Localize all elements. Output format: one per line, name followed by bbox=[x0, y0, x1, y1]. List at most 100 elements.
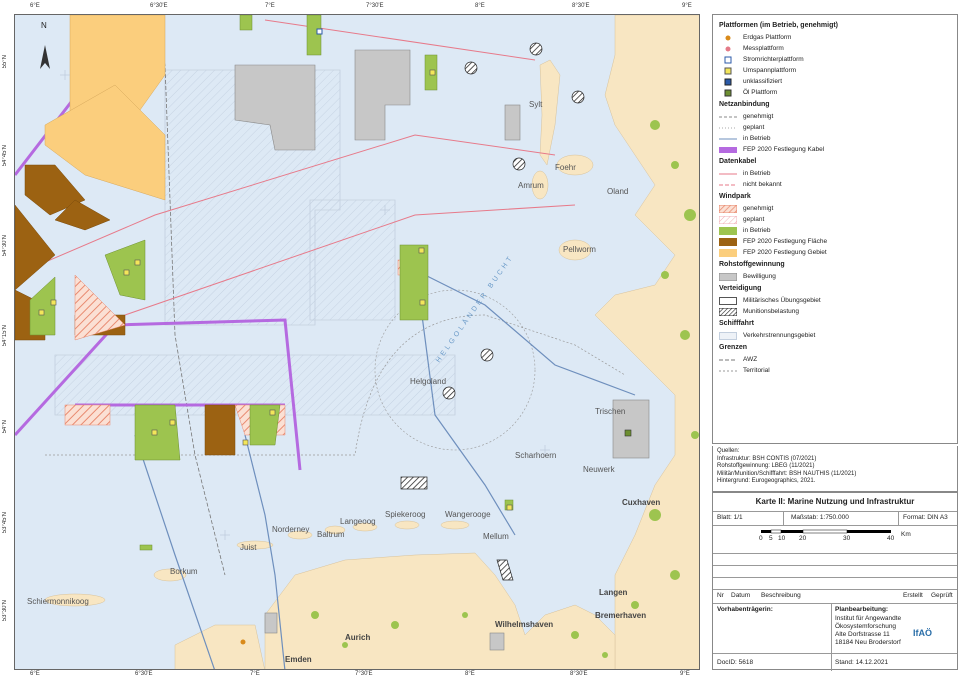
legend-def-title: Verteidigung bbox=[719, 285, 762, 292]
source-line: Rohstoffgewinnung: LBEG (11/2021) bbox=[717, 463, 815, 469]
traffic-separation-icon bbox=[719, 331, 737, 340]
coord-bottom-3: 7°30'E bbox=[355, 671, 373, 677]
coord-top-3: 7°30'E bbox=[366, 3, 384, 9]
legend-item: unklassifiziert bbox=[719, 76, 951, 87]
meta-row: Blatt: 1/1 Maßstab: 1:750.000 Format: DI… bbox=[713, 511, 957, 525]
legend: Plattformen (im Betrieb, genehmigt) Erdg… bbox=[712, 14, 958, 444]
coord-bottom-6: 9°E bbox=[680, 671, 690, 677]
sources-title: Quellen: bbox=[717, 448, 740, 454]
source-line: Hintergrund: Eurogeographics, 2021. bbox=[717, 478, 816, 484]
gas-platform bbox=[240, 639, 246, 645]
legend-data-title: Datenkabel bbox=[719, 158, 757, 165]
territorial-line-icon bbox=[719, 367, 737, 375]
coord-top-4: 8°E bbox=[475, 3, 485, 9]
oil-platform-icon bbox=[719, 89, 737, 97]
military-area-icon bbox=[719, 296, 737, 305]
line-approved-icon bbox=[719, 113, 737, 121]
legend-grid-title: Netzanbindung bbox=[719, 101, 770, 108]
label-sylt: Sylt bbox=[529, 100, 543, 109]
coord-left-1: 54°45'N bbox=[2, 145, 8, 167]
processing-label: Planbearbeitung: bbox=[835, 606, 889, 613]
coord-top-0: 6°E bbox=[30, 3, 40, 9]
client-label: Vorhabenträgerin: bbox=[717, 606, 773, 613]
label-scharhoern: Scharhoern bbox=[515, 451, 557, 460]
north-label: N bbox=[41, 21, 47, 30]
extraction-permit-icon bbox=[718, 272, 738, 281]
measuring-platform-icon bbox=[719, 45, 737, 53]
coord-left-4: 54°N bbox=[2, 420, 8, 434]
coord-left-6: 53°30'N bbox=[2, 600, 8, 622]
legend-item: Territorial bbox=[719, 365, 951, 376]
label-aurich: Aurich bbox=[345, 633, 371, 642]
substation-platform-icon bbox=[719, 67, 737, 75]
legend-item: Bewilligung bbox=[718, 271, 951, 282]
rev-created: Erstellt bbox=[903, 592, 923, 599]
rev-desc: Beschreibung bbox=[761, 592, 801, 599]
label-schiermonnikoog: Schiermonnikoog bbox=[27, 597, 89, 606]
source-line: Infrastruktur: BSH CONTIS (07/2021) bbox=[717, 455, 817, 462]
legend-item: Stromrichterplattform bbox=[719, 54, 951, 65]
legend-wind-title: Windpark bbox=[719, 193, 751, 200]
rev-date: Datum bbox=[731, 592, 751, 599]
legend-platforms-title: Plattformen (im Betrieb, genehmigt) bbox=[719, 22, 839, 29]
coord-bottom-5: 8°30'E bbox=[570, 671, 588, 677]
label-amrum: Amrum bbox=[518, 181, 544, 190]
label-spiekeroog: Spiekeroog bbox=[385, 510, 426, 519]
coord-top-6: 9°E bbox=[682, 3, 692, 9]
line-planned-icon bbox=[719, 124, 737, 132]
revision-row bbox=[713, 553, 957, 565]
scale-tick: 40 bbox=[887, 535, 895, 542]
legend-item: geplant bbox=[719, 122, 951, 133]
coord-left-0: 55°N bbox=[2, 55, 8, 69]
footer-row: DocID: 5618 Stand: 14.12.2021 bbox=[713, 653, 957, 671]
legend-item: genehmigt bbox=[719, 111, 951, 122]
label-borkum: Borkum bbox=[170, 567, 198, 576]
rev-checked: Geprüft bbox=[931, 592, 953, 599]
processing-line: 18184 Neu Broderstorf bbox=[835, 639, 901, 646]
legend-item: FEP 2020 Festlegung Fläche bbox=[719, 236, 951, 247]
scale-label: Maßstab: 1:750.000 bbox=[791, 514, 849, 521]
scale-bar bbox=[761, 529, 891, 534]
doc-id: DocID: 5618 bbox=[717, 659, 754, 666]
coord-bottom-2: 7°E bbox=[250, 671, 260, 677]
scale-tick: 0 bbox=[759, 535, 763, 542]
processing-line: Institut für Angewandte bbox=[835, 615, 902, 622]
legend-item: in Betrieb bbox=[719, 168, 951, 179]
fep-zone-icon bbox=[719, 248, 737, 257]
map-area[interactable]: Sylt Foehr Amrum Oland Pellworm Helgolan… bbox=[14, 14, 700, 670]
doc-date: Stand: 14.12.2021 bbox=[835, 659, 889, 666]
rev-nr: Nr bbox=[717, 592, 724, 599]
legend-item: FEP 2020 Festlegung Kabel bbox=[719, 144, 951, 155]
coord-top-5: 8°30'E bbox=[572, 3, 590, 9]
map-sheet: Sylt Foehr Amrum Oland Pellworm Helgolan… bbox=[0, 0, 960, 683]
label-trischen: Trischen bbox=[595, 407, 626, 416]
scale-tick: 5 bbox=[769, 535, 773, 542]
scale-tick: 20 bbox=[799, 535, 807, 542]
ifaoe-logo: IfAÖ bbox=[913, 628, 932, 638]
cable-corridor-icon bbox=[719, 146, 737, 154]
source-line: Militär/Munition/Schifffahrt: BSH NAUTHI… bbox=[717, 470, 857, 477]
label-emden: Emden bbox=[285, 655, 312, 664]
legend-raw-title: Rohstoffgewinnung bbox=[719, 261, 785, 268]
legend-item: Erdgas Plattform bbox=[719, 32, 951, 43]
coord-bottom-4: 8°E bbox=[465, 671, 475, 677]
legend-item: Munitionsbelastung bbox=[718, 306, 951, 317]
legend-item: AWZ bbox=[719, 354, 951, 365]
revision-header: Nr Datum Beschreibung Erstellt Geprüft bbox=[713, 589, 957, 603]
scale-unit: Km bbox=[901, 531, 911, 538]
label-langen: Langen bbox=[599, 588, 628, 597]
scale-bar-row: 0 5 10 20 30 40 Km bbox=[713, 525, 957, 553]
processing-line: Ökosystemforschung bbox=[835, 623, 897, 630]
label-bremerhaven: Bremerhaven bbox=[595, 611, 647, 620]
label-oland: Oland bbox=[607, 187, 629, 196]
title-block: Karte II: Marine Nutzung und Infrastrukt… bbox=[712, 492, 958, 671]
format-label: Format: DIN A3 bbox=[903, 514, 948, 521]
column-divider bbox=[898, 511, 899, 525]
north-arrow-icon bbox=[40, 45, 50, 69]
coord-bottom-0: 6°E bbox=[30, 671, 40, 677]
label-helgoland: Helgoland bbox=[410, 377, 447, 386]
label-neuwerk: Neuwerk bbox=[583, 465, 615, 474]
legend-item: in Betrieb bbox=[719, 133, 951, 144]
coord-left-5: 53°45'N bbox=[2, 512, 8, 534]
column-divider bbox=[783, 511, 784, 525]
